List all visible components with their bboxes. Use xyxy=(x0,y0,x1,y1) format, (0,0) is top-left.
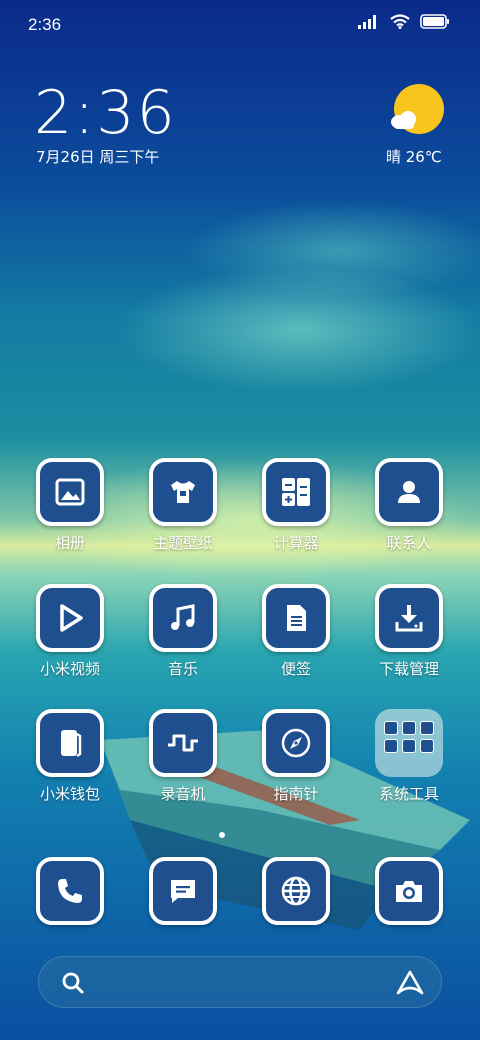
search-bar[interactable] xyxy=(38,956,442,1008)
app-tile[interactable] xyxy=(149,584,217,652)
wallet-icon xyxy=(61,730,82,758)
gallery-icon xyxy=(55,478,85,506)
app-tile[interactable] xyxy=(375,584,443,652)
folder-system-tools[interactable]: 系统工具 xyxy=(364,709,454,804)
app-tile[interactable] xyxy=(36,857,104,925)
recorder-icon xyxy=(168,734,198,752)
mini-app-icon xyxy=(384,739,398,753)
mini-app-icon xyxy=(420,721,434,735)
app-label: 联系人 xyxy=(386,534,432,552)
app-label: 主题壁纸 xyxy=(152,534,213,552)
app-mi-wallet[interactable]: 小米钱包 xyxy=(25,709,115,804)
status-bar: 2:36 xyxy=(0,0,480,50)
phone-icon xyxy=(58,879,82,903)
tshirt-icon xyxy=(171,481,195,503)
app-label: 小米视频 xyxy=(39,660,100,678)
partly-sunny-icon[interactable] xyxy=(388,82,446,140)
status-time: 2:36 xyxy=(28,15,62,34)
app-gallery[interactable]: 相册 xyxy=(25,458,115,553)
page-indicator xyxy=(219,832,225,838)
app-tile[interactable] xyxy=(149,458,217,526)
mini-app-icon xyxy=(402,721,416,735)
status-icons xyxy=(358,14,450,29)
app-label: 计算器 xyxy=(273,534,319,552)
browser-icon xyxy=(281,876,311,906)
app-tile[interactable] xyxy=(36,584,104,652)
app-label: 小米钱包 xyxy=(39,785,100,803)
app-label: 系统工具 xyxy=(378,785,439,803)
folder-icon[interactable] xyxy=(375,709,443,777)
contacts-icon xyxy=(398,481,420,503)
search-icon[interactable] xyxy=(61,971,85,995)
app-music[interactable]: 音乐 xyxy=(138,584,228,679)
app-contacts[interactable]: 联系人 xyxy=(364,458,454,553)
app-tile[interactable] xyxy=(149,857,217,925)
download-icon xyxy=(395,605,423,632)
dock-phone[interactable] xyxy=(25,857,115,925)
play-icon xyxy=(60,604,83,632)
app-tile[interactable] xyxy=(36,458,104,526)
app-tile[interactable] xyxy=(262,857,330,925)
app-recorder[interactable]: 录音机 xyxy=(138,709,228,804)
dock-messages[interactable] xyxy=(138,857,228,925)
compass-icon xyxy=(281,728,311,758)
app-tile[interactable] xyxy=(262,584,330,652)
clock-widget-time[interactable]: 2:36 xyxy=(34,78,177,148)
app-themes[interactable]: 主题壁纸 xyxy=(138,458,228,553)
app-tile[interactable] xyxy=(375,458,443,526)
wifi-icon xyxy=(390,14,410,29)
app-tile[interactable] xyxy=(375,857,443,925)
dock-browser[interactable] xyxy=(251,857,341,925)
app-compass[interactable]: 指南针 xyxy=(251,709,341,804)
music-icon xyxy=(171,604,195,630)
signal-icon xyxy=(358,14,376,29)
app-tile[interactable] xyxy=(149,709,217,777)
notes-icon xyxy=(287,605,306,631)
battery-icon xyxy=(420,14,449,29)
mini-app-icon xyxy=(402,739,416,753)
clock-widget-date: 7月26日 周三下午 xyxy=(36,148,160,166)
app-tile[interactable] xyxy=(262,458,330,526)
calculator-icon xyxy=(282,478,310,506)
mini-app-icon xyxy=(420,739,434,753)
app-tile[interactable] xyxy=(36,709,104,777)
app-label: 指南针 xyxy=(273,785,319,803)
message-icon xyxy=(171,880,195,903)
dock-camera[interactable] xyxy=(364,857,454,925)
app-label: 音乐 xyxy=(167,660,198,678)
app-tile[interactable] xyxy=(262,709,330,777)
mini-app-icon xyxy=(384,721,398,735)
app-label: 相册 xyxy=(54,534,85,552)
assistant-icon[interactable] xyxy=(395,969,425,997)
camera-icon xyxy=(396,881,422,902)
weather-text: 晴 26℃ xyxy=(386,148,442,166)
app-calculator[interactable]: 计算器 xyxy=(251,458,341,553)
app-label: 录音机 xyxy=(160,785,206,803)
app-downloads[interactable]: 下载管理 xyxy=(364,584,454,679)
app-label: 便签 xyxy=(280,660,311,678)
app-label: 下载管理 xyxy=(378,660,439,678)
app-mi-video[interactable]: 小米视频 xyxy=(25,584,115,679)
app-notes[interactable]: 便签 xyxy=(251,584,341,679)
